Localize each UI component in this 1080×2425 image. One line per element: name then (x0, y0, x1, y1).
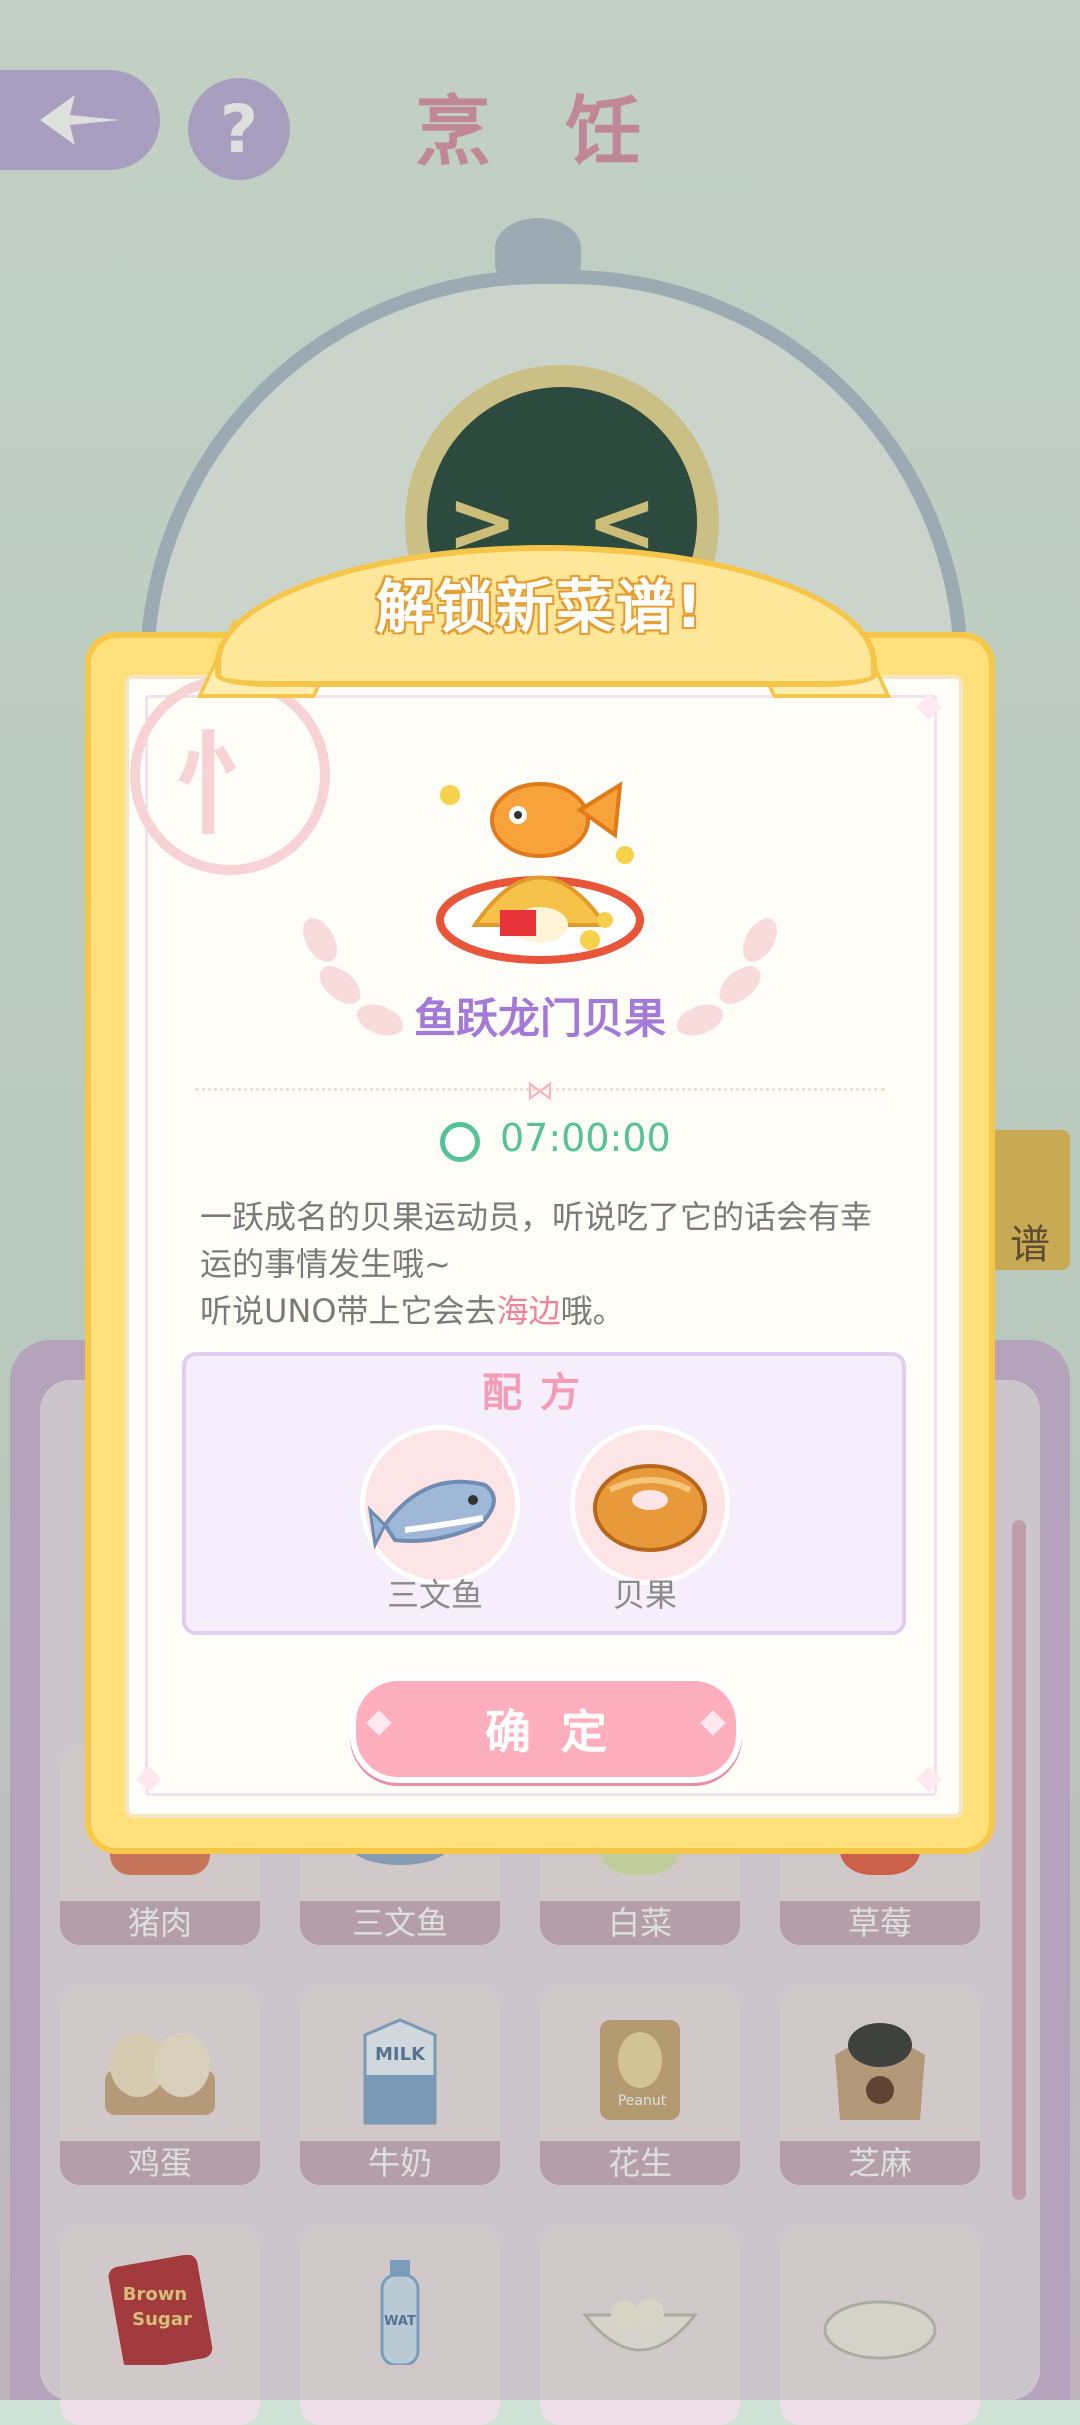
dialog-title: 解锁新菜谱! (375, 573, 705, 641)
recipe-dish-icon (436, 781, 644, 964)
button-diamond-icon (700, 1710, 726, 1736)
ingredient-slot[interactable] (570, 1425, 730, 1585)
confirm-button-label: 确定 (485, 1705, 637, 1759)
clock-icon (440, 1122, 480, 1162)
bow-icon: ⋈ (526, 1074, 554, 1107)
formula-title: 配方 (482, 1370, 598, 1416)
ingredient-slot[interactable] (360, 1425, 520, 1585)
cook-time: 07:00:00 (500, 1116, 671, 1160)
description-highlight-location: 海边 (496, 1292, 561, 1330)
kitchen-logo-watermark: 忄 (130, 675, 330, 875)
ingredient-label: 三文鱼 (386, 1576, 483, 1614)
recipe-description: 一跃成名的贝果运动员，听说吃了它的话会有幸运的事情发生哦~ 听说UNO带上它会去… (200, 1194, 900, 1335)
button-diamond-icon (366, 1710, 392, 1736)
description-line1: 一跃成名的贝果运动员，听说吃了它的话会有幸运的事情发生哦~ (200, 1198, 873, 1283)
bagel-icon (593, 1464, 707, 1552)
description-line2-prefix: 听说UNO带上它会去 (200, 1292, 497, 1330)
description-line2-suffix: 哦。 (560, 1292, 625, 1330)
salmon-icon (367, 1479, 496, 1550)
recipe-name: 鱼跃龙门贝果 (413, 994, 666, 1043)
confirm-button[interactable]: 确定 (350, 1675, 742, 1783)
ingredient-label: 贝果 (612, 1576, 677, 1614)
